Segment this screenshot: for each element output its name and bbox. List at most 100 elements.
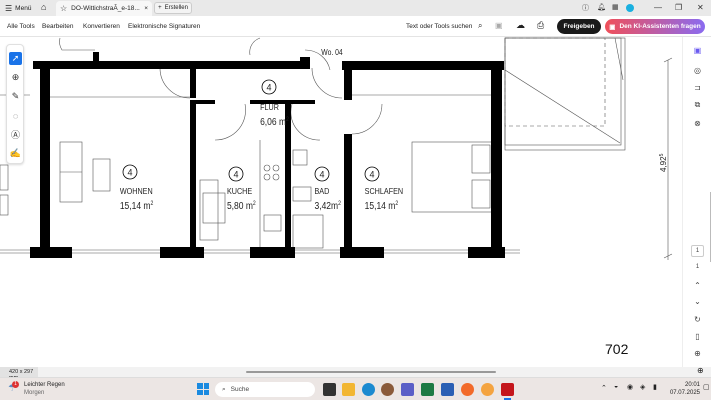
share-button[interactable]: Freigeben <box>557 19 601 34</box>
room-number: 4 <box>233 170 238 180</box>
close-window-icon[interactable]: ✕ <box>697 3 704 12</box>
upload-cloud-icon[interactable]: ☁ <box>516 20 525 31</box>
notifications-icon[interactable]: ▢ <box>703 383 710 391</box>
ai-assistant-label: Den KI-Assistenten fragen <box>619 23 701 30</box>
search-icon: ⌕ <box>222 385 226 393</box>
thin-lines <box>0 37 673 260</box>
print-icon[interactable]: ⎙ <box>537 20 544 31</box>
hamburger-icon: ☰ <box>5 4 13 13</box>
tool-search[interactable]: Text oder Tools suchen <box>406 23 472 30</box>
minimize-icon[interactable]: — <box>654 3 662 12</box>
create-button[interactable]: + Erstellen <box>154 2 192 14</box>
status-bar: 420 x 297 mm ⊕ <box>0 366 711 381</box>
bookmark-icon[interactable]: ⊐ <box>691 81 704 93</box>
pages-icon[interactable]: ⧉ <box>691 99 704 111</box>
tab-title: DO-WittichstraÃ_e-18... <box>71 5 140 12</box>
weather-title: Leichter Regen <box>24 382 65 388</box>
firefox-icon[interactable] <box>461 383 474 396</box>
weather-widget[interactable]: ☂ 1 Leichter Regen Morgen <box>8 381 65 397</box>
search-icon[interactable]: ⌕ <box>478 21 482 31</box>
home-icon[interactable]: ⌂ <box>41 2 46 12</box>
right-sidebar: ▣ ◎ ⊐ ⧉ ⊗ 1 1 ⌃ ⌄ ↻ ▯ ⊕ <box>682 37 711 367</box>
word-icon[interactable] <box>441 383 454 396</box>
apps-icon[interactable]: ▦ <box>612 3 619 11</box>
zoom-icon[interactable]: ⊕ <box>697 366 704 375</box>
taskbar-search[interactable]: ⌕ Suche <box>215 382 315 397</box>
room-area: 15,14 m2 <box>120 200 154 211</box>
bell-icon[interactable]: 🔔︎ <box>597 3 606 11</box>
time: 20:01 <box>684 382 700 388</box>
save-icon[interactable]: ▣ <box>495 21 503 30</box>
volume-icon[interactable]: ◈ <box>640 383 645 391</box>
menu-e-signatures[interactable]: Elektronische Signaturen <box>128 23 200 30</box>
taskbar: ☂ 1 Leichter Regen Morgen ⌕ Suche ⌃ ◒ ◉ … <box>0 377 711 400</box>
document-view[interactable]: 4 4 4 4 4 WOHNEN 15,14 m2 FLUR 6,06 m2 K… <box>0 37 682 367</box>
windows-start-icon[interactable] <box>197 383 209 395</box>
tool-palette: ➚ ⊕ ✎ ◌ Ⓐ ✍ <box>6 44 24 164</box>
app-icon-2[interactable] <box>481 383 494 396</box>
horizontal-scrollbar[interactable] <box>246 371 496 373</box>
comment-tool-icon[interactable]: ⊕ <box>9 71 22 84</box>
clock[interactable]: 20:01 07.07.2025 <box>666 381 700 397</box>
rotate-icon[interactable]: ↻ <box>691 313 704 325</box>
close-tab-icon[interactable]: × <box>144 5 148 12</box>
menu-label: Menü <box>15 5 32 12</box>
document-tab[interactable]: ☆ DO-WittichstraÃ_e-18... × <box>56 1 152 16</box>
menu-convert[interactable]: Konvertieren <box>83 23 120 30</box>
search-placeholder: Suche <box>230 386 250 393</box>
room-number: 4 <box>369 170 374 180</box>
room-name: SCHLAFEN <box>365 186 404 196</box>
star-icon[interactable]: ☆ <box>60 4 67 13</box>
excel-icon[interactable] <box>421 383 434 396</box>
layers-icon[interactable]: ⊗ <box>691 117 704 129</box>
comments-icon[interactable]: ◎ <box>691 64 704 76</box>
ai-chat-icon: ▣ <box>609 23 616 31</box>
file-explorer-icon[interactable] <box>342 383 355 396</box>
room-number: 4 <box>266 83 271 93</box>
menu-edit[interactable]: Bearbeiten <box>42 23 73 30</box>
menu-all-tools[interactable]: Alle Tools <box>7 23 35 30</box>
help-icon[interactable]: ⓘ <box>582 3 589 13</box>
room-number: 4 <box>319 170 324 180</box>
room-area: 15,14 m2 <box>365 200 399 211</box>
weather-subtitle: Morgen <box>24 390 45 396</box>
room-name: KUCHE <box>227 186 252 196</box>
room-name: FLUR <box>260 102 279 112</box>
text-tool-icon[interactable]: Ⓐ <box>9 128 22 141</box>
weather-badge: 1 <box>12 381 19 388</box>
room-area: 5,80 m2 <box>227 200 256 211</box>
select-tool-icon[interactable]: ➚ <box>9 52 22 65</box>
fit-page-icon[interactable]: ▯ <box>691 330 704 342</box>
battery-icon[interactable]: ▮ <box>653 383 657 391</box>
restore-icon[interactable]: ❐ <box>675 3 682 12</box>
room-name: BAD <box>315 186 330 196</box>
edge-icon[interactable] <box>362 383 375 396</box>
page-total: 1 <box>695 264 700 270</box>
pen-tool-icon[interactable]: ✎ <box>9 90 22 103</box>
floor-plan: 4 4 4 4 4 WOHNEN 15,14 m2 FLUR 6,06 m2 K… <box>0 37 673 357</box>
teams-icon[interactable] <box>401 383 414 396</box>
plus-icon: + <box>158 5 162 11</box>
date: 07.07.2025 <box>669 390 700 396</box>
network-icon[interactable]: ◒ <box>614 383 618 390</box>
task-view-icon[interactable] <box>323 383 336 396</box>
avatar[interactable] <box>626 4 634 12</box>
dimension-label: 4,925 <box>659 153 668 172</box>
create-label: Erstellen <box>164 5 188 11</box>
page-size: 420 x 297 mm <box>0 367 38 381</box>
fill-sign-tool-icon[interactable]: ✍ <box>9 147 22 160</box>
chevron-up-icon[interactable]: ⌃ <box>601 384 607 392</box>
ai-assistant-button[interactable]: ▣ Den KI-Assistenten fragen <box>605 19 705 34</box>
app-icon[interactable] <box>381 383 394 396</box>
menu-button[interactable]: ☰ Menü <box>5 4 31 13</box>
page-down-icon[interactable]: ⌄ <box>691 295 704 307</box>
acrobat-icon[interactable] <box>501 383 514 396</box>
page-up-icon[interactable]: ⌃ <box>691 279 704 291</box>
page-number-input[interactable]: 1 <box>691 245 704 257</box>
ai-summary-icon[interactable]: ▣ <box>691 44 704 56</box>
lasso-tool-icon[interactable]: ◌ <box>9 109 22 122</box>
zoom-in-icon[interactable]: ⊕ <box>691 347 704 359</box>
weather-icon: ☂ 1 <box>8 381 20 395</box>
wifi-icon[interactable]: ◉ <box>627 383 633 391</box>
room-area: 6,06 m2 <box>260 116 289 127</box>
